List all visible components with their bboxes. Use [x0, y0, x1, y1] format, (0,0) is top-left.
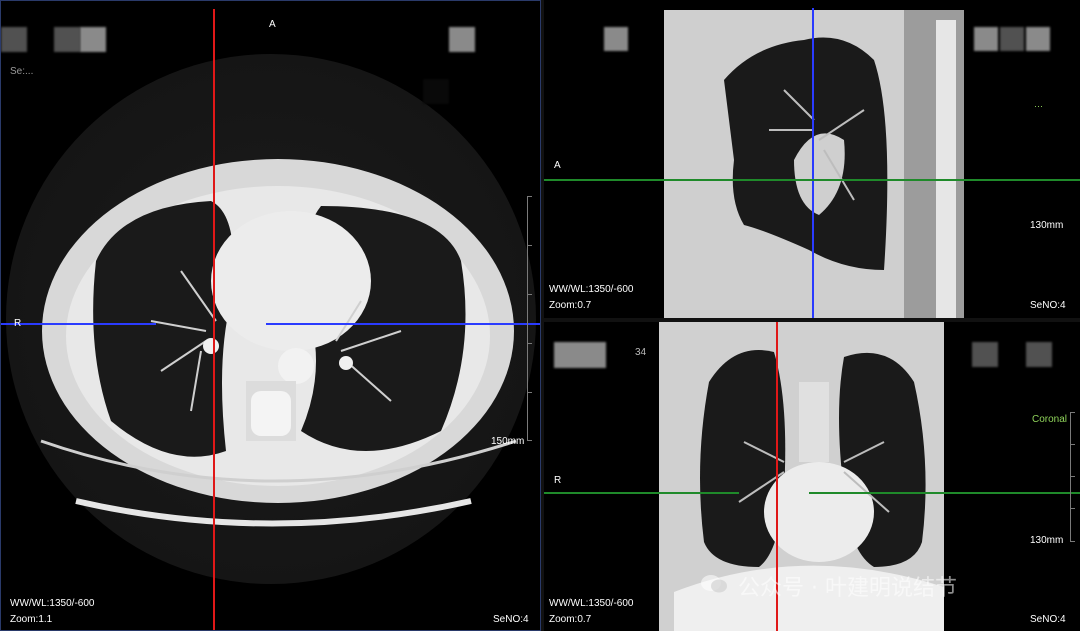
- axial-ct-image: [6, 54, 536, 584]
- crosshair-horizontal-left[interactable]: [544, 492, 739, 494]
- redacted-box: [1, 27, 27, 52]
- orientation-left: R: [14, 318, 22, 329]
- redacted-box: [423, 79, 449, 104]
- window-level: WW/WL:1350/-600: [10, 598, 95, 609]
- view-label: ⋯: [1034, 101, 1043, 111]
- crosshair-horizontal[interactable]: [544, 179, 1080, 181]
- watermark-text: 公众号 · 叶建明说结节: [738, 576, 957, 601]
- axial-viewport[interactable]: A R Se:... WW/WL:1350/-600 Zoom:1.1 SeNO…: [0, 0, 541, 631]
- scale-label: 130mm: [1030, 220, 1064, 231]
- scale-bar: [527, 196, 533, 441]
- crosshair-vertical[interactable]: [213, 9, 215, 630]
- sagittal-viewport[interactable]: A WW/WL:1350/-600 Zoom:0.7 SeNO:4 130mm …: [544, 0, 1080, 318]
- scale-label: 150mm: [491, 436, 525, 447]
- series-number: SeNO:4: [1030, 614, 1066, 625]
- crosshair-horizontal-right[interactable]: [809, 492, 1080, 494]
- zoom-level: Zoom:0.7: [549, 614, 592, 625]
- crosshair-vertical[interactable]: [812, 8, 814, 318]
- zoom-level: Zoom:1.1: [10, 614, 53, 625]
- redacted-box: [1026, 342, 1052, 367]
- redacted-box: [54, 27, 80, 52]
- redacted-box: [972, 342, 998, 367]
- redacted-box: [449, 27, 475, 52]
- orientation-left: A: [554, 160, 561, 171]
- redacted-box: [974, 27, 998, 51]
- scale-bar: [1070, 412, 1076, 542]
- image-number: 34: [635, 347, 647, 358]
- series-number: SeNO:4: [493, 614, 529, 625]
- redacted-box: [604, 27, 628, 51]
- crosshair-horizontal-left[interactable]: [1, 323, 156, 325]
- redacted-box: [1000, 27, 1024, 51]
- redacted-box: [80, 27, 106, 52]
- series-label-topleft: Se:...: [10, 66, 34, 77]
- view-label: Coronal: [1032, 414, 1068, 425]
- crosshair-horizontal-right[interactable]: [266, 323, 540, 325]
- series-number: SeNO:4: [1030, 300, 1066, 311]
- redacted-box: [1026, 27, 1050, 51]
- scale-label: 130mm: [1030, 535, 1064, 546]
- wechat-icon: [701, 575, 727, 593]
- window-level: WW/WL:1350/-600: [549, 284, 634, 295]
- window-level: WW/WL:1350/-600: [549, 598, 634, 609]
- orientation-left: R: [554, 475, 562, 486]
- zoom-level: Zoom:0.7: [549, 300, 592, 311]
- redacted-box: [554, 342, 606, 368]
- orientation-top: A: [269, 19, 276, 30]
